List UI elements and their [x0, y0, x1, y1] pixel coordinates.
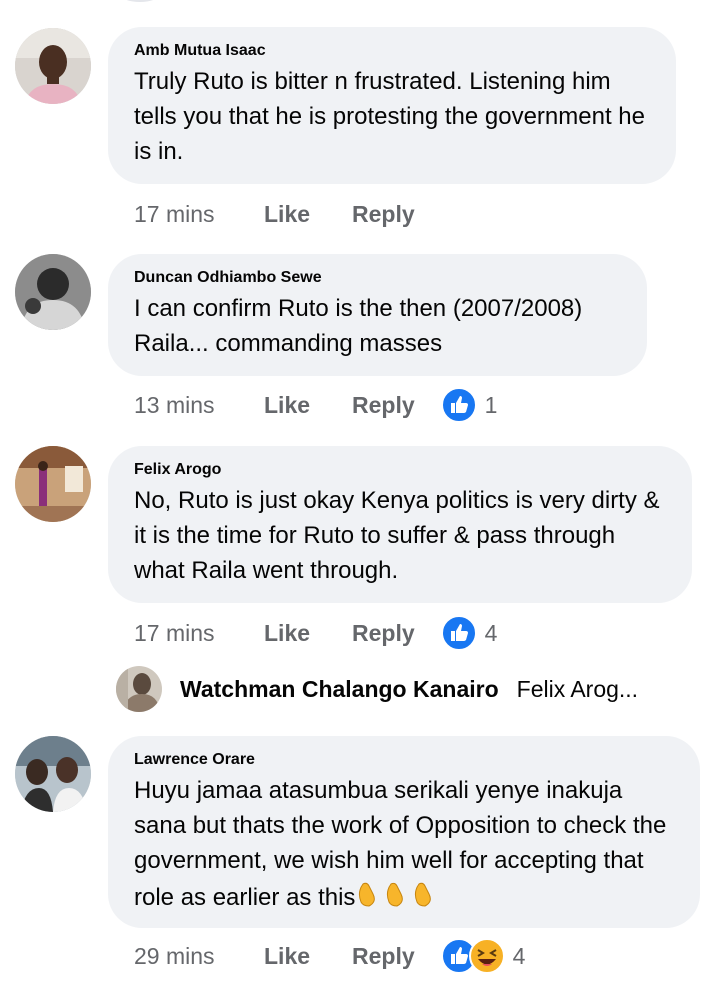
reply-preview-row[interactable]: Watchman Chalango Kanairo Felix Arog...: [116, 665, 638, 713]
like-reaction-icon: [440, 387, 477, 423]
comment-text: I can confirm Ruto is the then (2007/200…: [134, 295, 583, 357]
avatar-duncan-odhiambo-sewe[interactable]: [15, 254, 91, 330]
avatar-amb-mutua-isaac[interactable]: [15, 28, 91, 104]
reactions[interactable]: 4: [440, 938, 526, 974]
comment-text: Huyu jamaa atasumbua serikali yenye inak…: [134, 773, 674, 918]
comment-bubble: Felix Arogo No, Ruto is just okay Kenya …: [108, 446, 692, 603]
comment-time[interactable]: 17 mins: [134, 201, 264, 228]
reply-button[interactable]: Reply: [352, 620, 415, 647]
avatar-felix-arogo[interactable]: [15, 446, 91, 522]
comment-actions: 13 mins Like Reply 1: [134, 387, 497, 423]
avatar-watchman-chalango-kanairo: [116, 666, 162, 712]
haha-reaction-icon: [468, 938, 505, 974]
like-reaction-icon: [440, 615, 477, 651]
comment-text: Truly Ruto is bitter n frustrated. Liste…: [134, 68, 645, 165]
reply-button[interactable]: Reply: [352, 392, 415, 419]
avatar-lawrence-orare[interactable]: [15, 736, 91, 812]
avatar-photo: [15, 28, 91, 104]
comment-time[interactable]: 17 mins: [134, 620, 264, 647]
reactions[interactable]: 1: [440, 387, 498, 423]
comment-text: No, Ruto is just okay Kenya politics is …: [134, 487, 660, 584]
reply-preview-text[interactable]: Felix Arog...: [517, 676, 638, 703]
reaction-count: 1: [484, 391, 498, 418]
reaction-count: 4: [484, 619, 498, 646]
like-button[interactable]: Like: [264, 943, 352, 970]
like-button[interactable]: Like: [264, 620, 352, 647]
reply-author[interactable]: Watchman Chalango Kanairo: [180, 676, 499, 703]
avatar-photo: [15, 254, 91, 330]
comment-actions: 29 mins Like Reply 4: [134, 938, 525, 974]
avatar-photo: [15, 736, 91, 812]
reactions[interactable]: 4: [440, 615, 498, 651]
comment-time[interactable]: 29 mins: [134, 943, 264, 970]
comment-bubble: Lawrence Orare Huyu jamaa atasumbua seri…: [108, 736, 700, 928]
clapping-hands-icon: [359, 882, 432, 907]
previous-comment-edge: [120, 0, 160, 2]
comment-author[interactable]: Felix Arogo: [134, 460, 666, 480]
avatar-photo: [15, 446, 91, 522]
clapping-hands-emoji-group: [355, 878, 441, 918]
comment-author[interactable]: Lawrence Orare: [134, 750, 674, 770]
comment-author[interactable]: Duncan Odhiambo Sewe: [134, 268, 621, 288]
comment-bubble: Duncan Odhiambo Sewe I can confirm Ruto …: [108, 254, 647, 376]
like-button[interactable]: Like: [264, 392, 352, 419]
comment-bubble: Amb Mutua Isaac Truly Ruto is bitter n f…: [108, 27, 676, 184]
like-button[interactable]: Like: [264, 201, 352, 228]
avatar-photo: [116, 666, 162, 712]
comment-actions: 17 mins Like Reply: [134, 196, 441, 232]
comment-author[interactable]: Amb Mutua Isaac: [134, 41, 650, 61]
reply-button[interactable]: Reply: [352, 943, 415, 970]
reply-button[interactable]: Reply: [352, 201, 415, 228]
reaction-count: 4: [512, 942, 526, 969]
comment-time[interactable]: 13 mins: [134, 392, 264, 419]
comment-actions: 17 mins Like Reply 4: [134, 615, 497, 651]
